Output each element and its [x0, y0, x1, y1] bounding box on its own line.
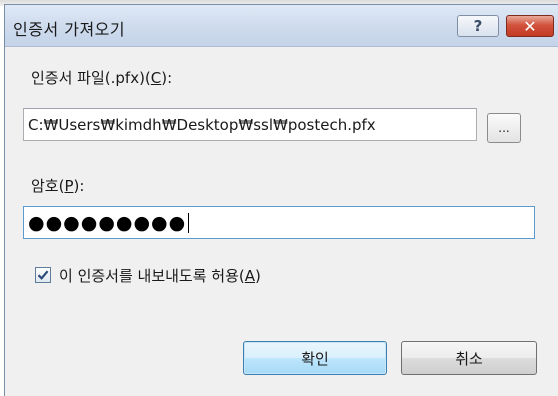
help-button[interactable]: ? — [457, 15, 499, 37]
cancel-label: 취소 — [455, 349, 483, 368]
import-certificate-dialog: 인증서 가져오기 ? ✕ 인증서 파일(.pfx)(C): C:₩Users₩k… — [4, 4, 558, 396]
certificate-file-label: 인증서 파일(.pfx)(C): — [31, 69, 173, 87]
allow-export-label[interactable]: 이 인증서를 내보내도록 허용(A) — [59, 265, 261, 286]
close-icon: ✕ — [523, 16, 537, 36]
certificate-file-accesskey: C — [150, 69, 162, 87]
close-button[interactable]: ✕ — [506, 15, 554, 37]
certificate-file-input[interactable]: C:₩Users₩kimdh₩Desktop₩ssl₩postech.pfx — [23, 108, 477, 141]
cancel-button[interactable]: 취소 — [401, 341, 537, 375]
password-input[interactable]: ●●●●●●●●● — [23, 206, 535, 239]
password-accesskey: P — [64, 177, 74, 195]
help-icon: ? — [473, 17, 483, 35]
browse-button[interactable]: ... — [487, 113, 521, 143]
allow-export-checkbox[interactable] — [35, 267, 51, 283]
allow-export-accesskey: A — [244, 267, 256, 285]
browse-label: ... — [498, 121, 510, 135]
text-caret — [188, 212, 190, 233]
title-bar: 인증서 가져오기 ? ✕ — [5, 5, 558, 47]
dialog-title: 인증서 가져오기 — [13, 20, 126, 39]
certificate-file-path: C:₩Users₩kimdh₩Desktop₩ssl₩postech.pfx — [28, 115, 376, 134]
checkmark-icon — [37, 270, 49, 280]
password-label: 암호(P): — [31, 177, 85, 195]
ok-label: 확인 — [301, 349, 329, 368]
password-masked-value: ●●●●●●●●● — [28, 211, 187, 234]
ok-button[interactable]: 확인 — [243, 341, 387, 375]
